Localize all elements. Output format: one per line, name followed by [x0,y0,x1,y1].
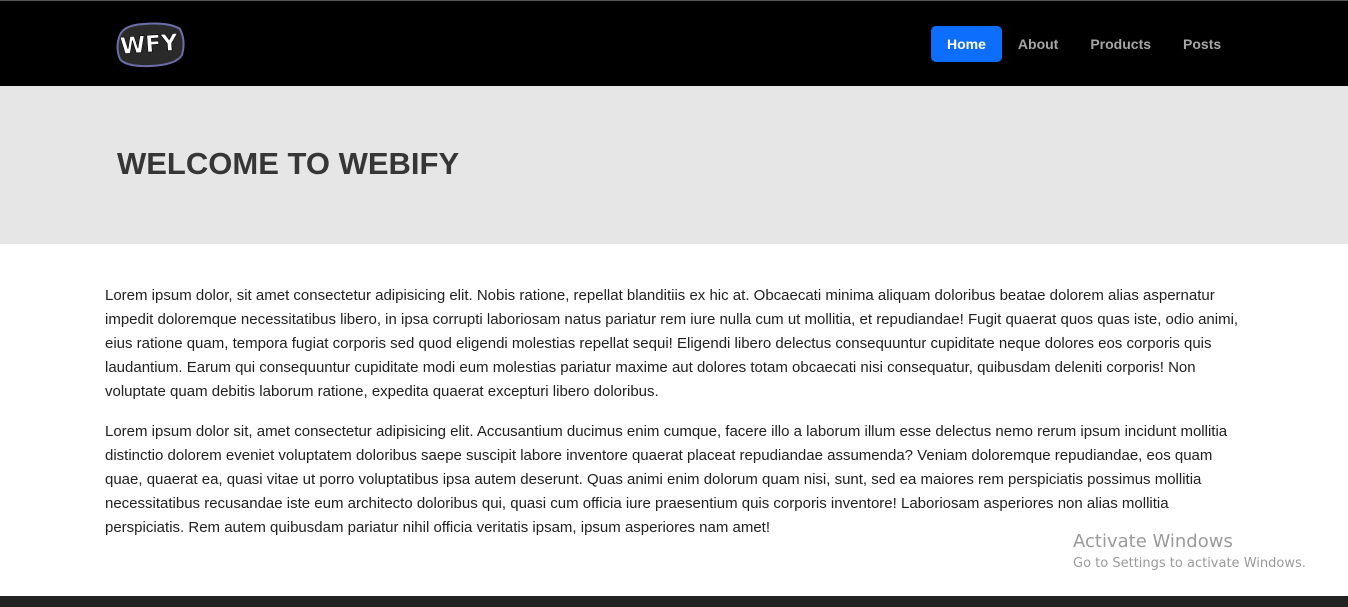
footer [0,596,1348,607]
nav-link-posts[interactable]: Posts [1167,26,1237,62]
content-paragraph: Lorem ipsum dolor sit, amet consectetur … [105,423,1228,536]
watermark-subtitle: Go to Settings to activate Windows. [1073,556,1306,571]
page-title: WELCOME TO WEBIFY [117,146,460,181]
svg-text:WFY: WFY [119,30,179,60]
nav-link-products[interactable]: Products [1074,26,1167,62]
nav-link-about[interactable]: About [1002,26,1074,62]
hero-banner: WELCOME TO WEBIFY [0,86,1348,244]
nav-links: Home About Products Posts [931,26,1237,62]
content-paragraph: Lorem ipsum dolor, sit amet consectetur … [105,287,1239,400]
navbar: WFY Home About Products Posts [0,0,1348,86]
activate-windows-watermark: Activate Windows Go to Settings to activ… [1073,530,1306,574]
watermark-title: Activate Windows [1073,531,1233,552]
logo[interactable]: WFY [114,21,186,69]
nav-link-home[interactable]: Home [931,26,1002,62]
wfy-logo-icon: WFY [116,22,185,68]
main-content: Lorem ipsum dolor, sit amet consectetur … [105,284,1245,556]
